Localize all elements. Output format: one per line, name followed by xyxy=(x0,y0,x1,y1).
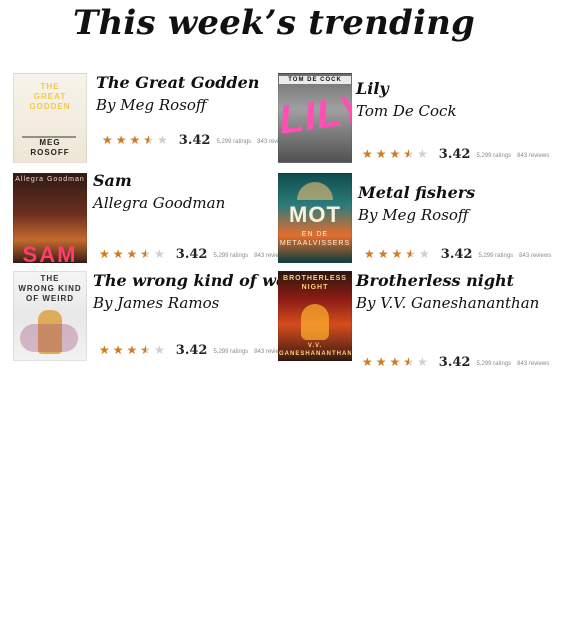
rating-row: ★★★★★ ★★★★★ 3.42 5,299 ratings 843 revie… xyxy=(362,356,552,369)
book-info: Brotherless night By V.V. Ganeshananthan xyxy=(356,271,556,363)
reviews-count: 843 reviews xyxy=(517,361,550,367)
cover-title-text: LILY xyxy=(278,87,352,143)
book-author[interactable]: By Meg Rosoff xyxy=(96,95,296,115)
ratings-count: 5,299 ratings xyxy=(216,139,252,145)
book-card[interactable]: THE GREAT GODDEN MEG ROSOFF The Great Go… xyxy=(13,73,289,165)
reviews-count: 843 reviews xyxy=(517,153,550,159)
book-cover-image[interactable]: BROTHERLESS NIGHT V.V. GANESHANANTHAN xyxy=(278,271,352,361)
star-rating: ★★★★★ ★★★★★ xyxy=(102,134,171,146)
book-card[interactable]: MOT EN DE METAALVISSERS Metal fishers By… xyxy=(278,173,551,265)
rating-row: ★★★★★ ★★★★★ 3.42 5,299 ratings 843 revie… xyxy=(364,248,554,261)
book-author[interactable]: By V.V. Ganeshananthan xyxy=(356,293,556,313)
book-card[interactable]: Allegra Goodman SAM Sam Allegra Goodman … xyxy=(13,171,286,265)
rating-row: ★★★★★ ★★★★★ 3.42 5,299 ratings 843 revie… xyxy=(362,148,552,161)
book-info: The Great Godden By Meg Rosoff xyxy=(96,73,296,165)
ratings-count: 5,299 ratings xyxy=(476,153,512,159)
cover-author-text: TOM DE COCK xyxy=(279,76,351,84)
rating-row: ★★★★★ ★★★★★ 3.42 5,299 ratings 843 revie… xyxy=(99,344,289,357)
star-fill: ★★★★★ xyxy=(364,248,411,260)
book-cover-image[interactable]: THE WRONG KIND OF WEIRD xyxy=(13,271,87,361)
book-title[interactable]: The Great Godden xyxy=(96,73,296,93)
book-title[interactable]: Lily xyxy=(356,79,556,99)
book-card[interactable]: THE WRONG KIND OF WEIRD The wrong kind o… xyxy=(13,271,312,363)
trending-grid: THE GREAT GODDEN MEG ROSOFF The Great Go… xyxy=(0,0,568,636)
book-card[interactable]: BROTHERLESS NIGHT V.V. GANESHANANTHAN Br… xyxy=(278,271,549,369)
star-fill: ★★★★★ xyxy=(99,344,146,356)
book-cover-image[interactable]: TOM DE COCK LILY xyxy=(278,73,352,163)
cover-subtitle-text: EN DE METAALVISSERS xyxy=(279,231,351,247)
ratings-count: 5,299 ratings xyxy=(213,253,249,259)
star-rating: ★★★★★ ★★★★★ xyxy=(362,356,431,368)
book-author[interactable]: By Meg Rosoff xyxy=(358,205,558,225)
ratings-count: 5,299 ratings xyxy=(476,361,512,367)
book-cover-image[interactable]: THE GREAT GODDEN MEG ROSOFF xyxy=(13,73,87,163)
reviews-count: 843 reviews xyxy=(519,253,552,259)
star-rating: ★★★★★ ★★★★★ xyxy=(99,248,168,260)
average-rating: 3.42 xyxy=(440,247,473,262)
average-rating: 3.42 xyxy=(438,355,471,370)
star-fill: ★★★★★ xyxy=(362,356,409,368)
cover-title-text: MOT xyxy=(289,202,341,227)
book-cover-image[interactable]: MOT EN DE METAALVISSERS xyxy=(278,173,352,263)
cover-author-text: V.V. GANESHANANTHAN xyxy=(279,343,352,357)
cover-title-text: THE GREAT GODDEN xyxy=(29,82,71,111)
book-cover-image[interactable]: Allegra Goodman SAM xyxy=(13,173,87,263)
cover-figure-shadow xyxy=(20,324,78,352)
book-author[interactable]: Tom De Cock xyxy=(356,101,556,121)
cover-author-text: MEG ROSOFF xyxy=(30,138,70,157)
average-rating: 3.42 xyxy=(178,133,211,148)
star-rating: ★★★★★ ★★★★★ xyxy=(364,248,433,260)
book-title[interactable]: Sam xyxy=(93,171,293,191)
cover-title-text: BROTHERLESS NIGHT xyxy=(283,275,347,291)
star-fill: ★★★★★ xyxy=(99,248,146,260)
cover-title-text: THE WRONG KIND OF WEIRD xyxy=(18,274,82,303)
rating-row: ★★★★★ ★★★★★ 3.42 5,299 ratings 843 revie… xyxy=(99,248,289,261)
star-fill: ★★★★★ xyxy=(102,134,149,146)
book-title[interactable]: The wrong kind of weird xyxy=(93,271,312,291)
ratings-count: 5,299 ratings xyxy=(213,349,249,355)
cover-title-text: SAM xyxy=(22,242,78,263)
book-author[interactable]: Allegra Goodman xyxy=(93,193,293,213)
book-card[interactable]: TOM DE COCK LILY Lily Tom De Cock ★★★★★ … xyxy=(278,73,549,165)
cover-figure xyxy=(301,304,329,340)
cover-author-text: Allegra Goodman xyxy=(15,176,85,183)
average-rating: 3.42 xyxy=(438,147,471,162)
book-title[interactable]: Brotherless night xyxy=(356,271,556,291)
star-rating: ★★★★★ ★★★★★ xyxy=(362,148,431,160)
book-title[interactable]: Metal fishers xyxy=(358,183,558,203)
ratings-count: 5,299 ratings xyxy=(478,253,514,259)
cover-decoration xyxy=(297,182,333,200)
rating-row: ★★★★★ ★★★★★ 3.42 5,299 ratings 843 revie… xyxy=(102,134,292,147)
book-author[interactable]: By James Ramos xyxy=(93,293,293,313)
cover-figure xyxy=(22,136,76,138)
average-rating: 3.42 xyxy=(175,247,208,262)
star-fill: ★★★★★ xyxy=(362,148,409,160)
star-rating: ★★★★★ ★★★★★ xyxy=(99,344,168,356)
average-rating: 3.42 xyxy=(175,343,208,358)
